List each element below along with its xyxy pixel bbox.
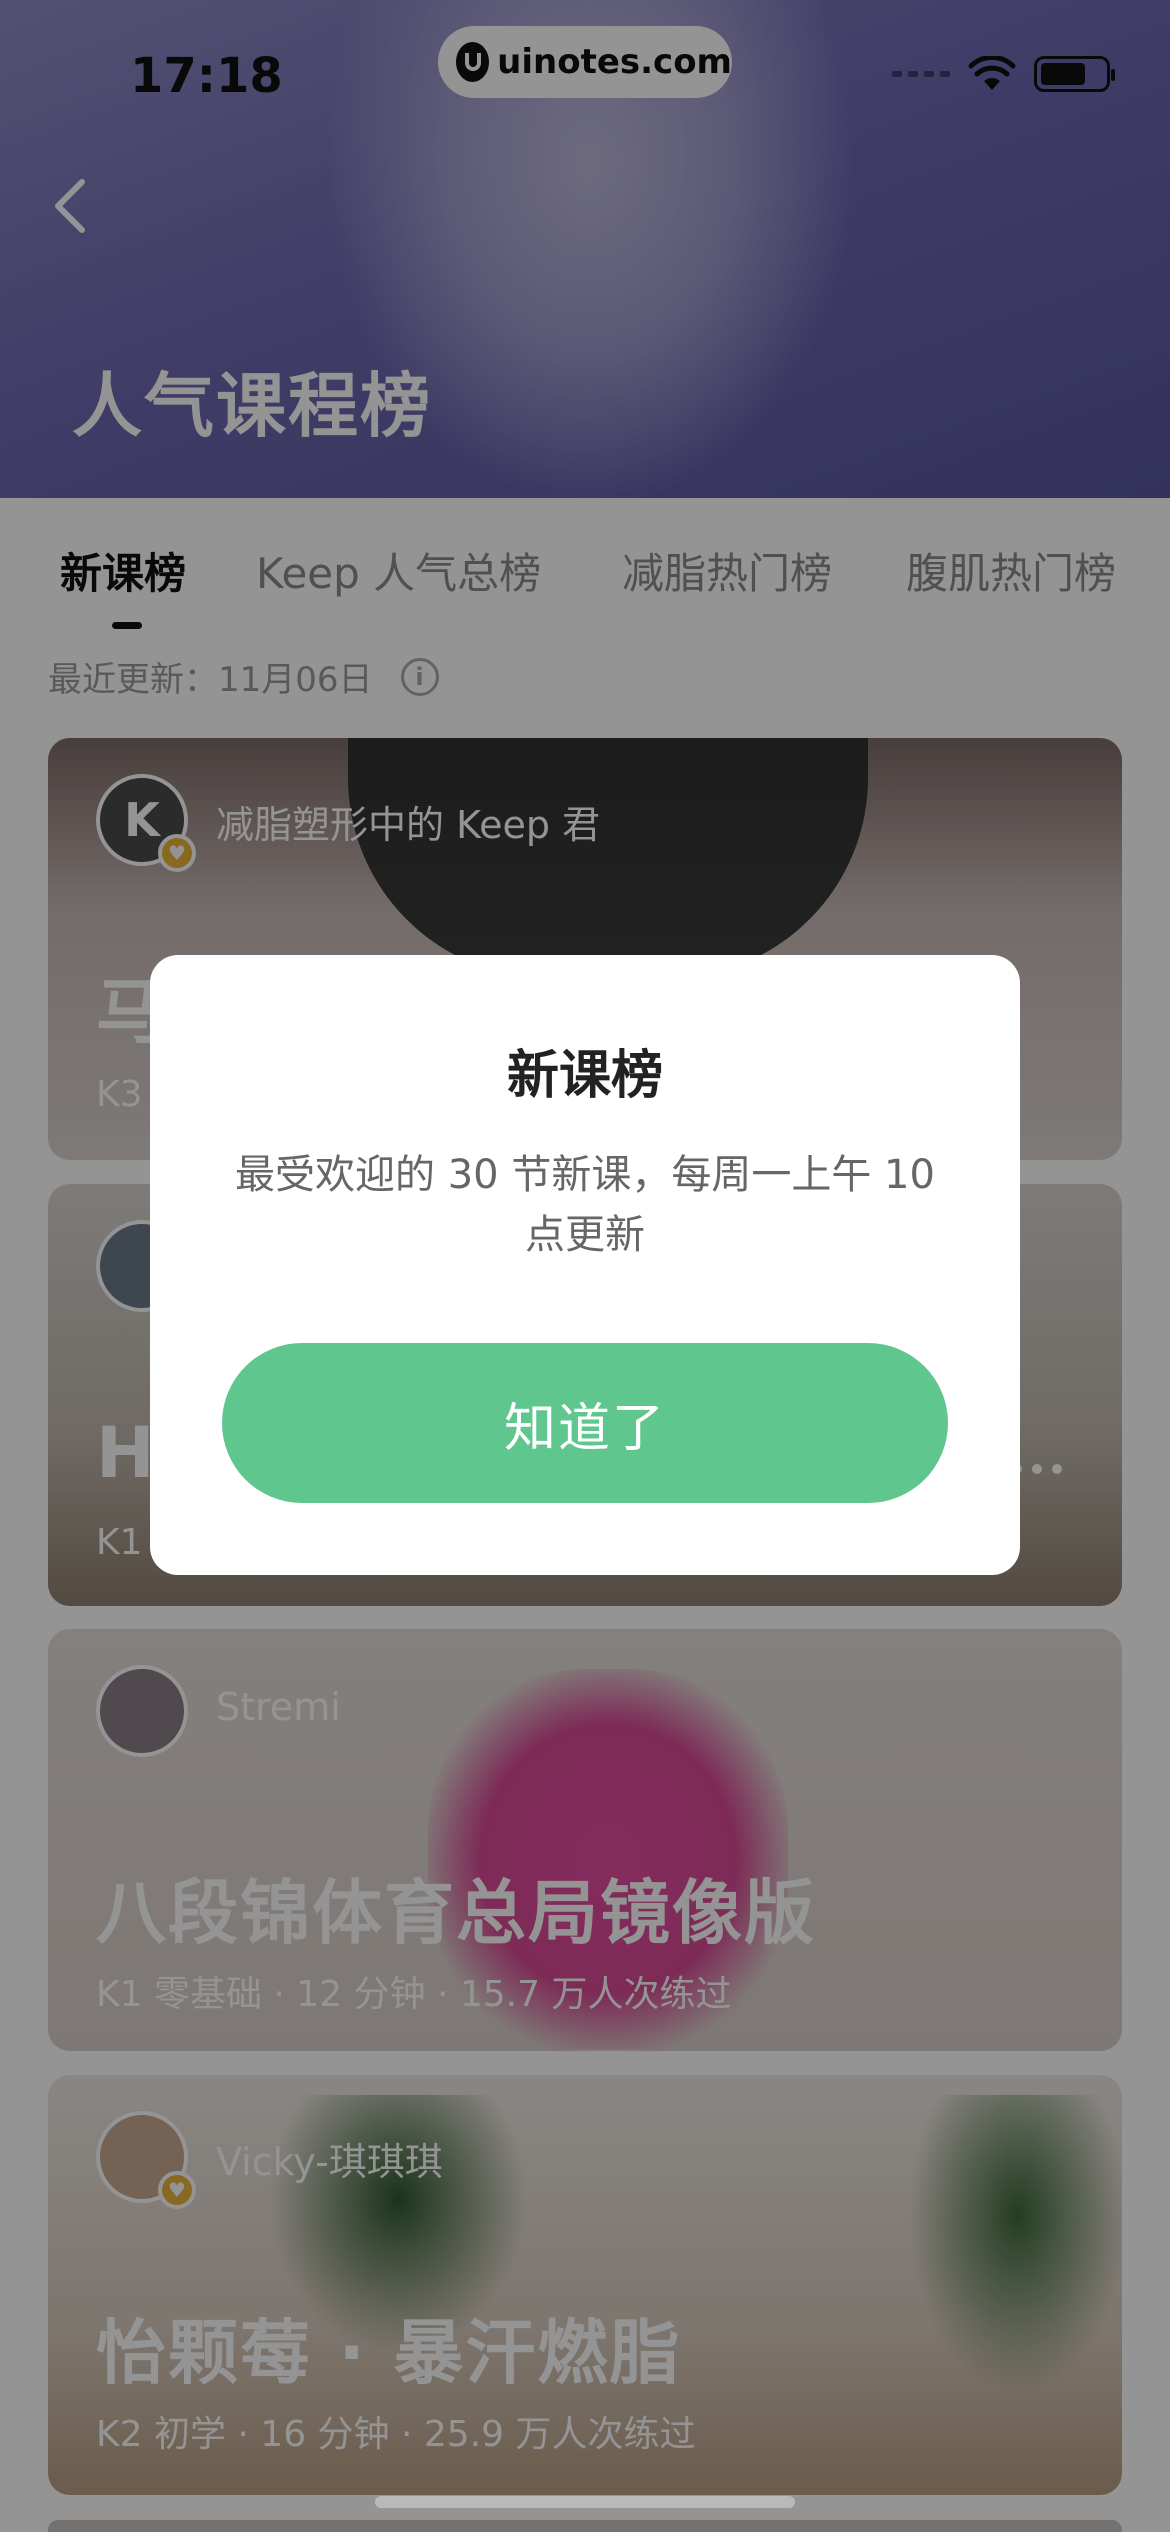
home-indicator [375, 2496, 795, 2508]
dialog-description: 最受欢迎的 30 节新课，每周一上午 10 点更新 [235, 1152, 935, 1258]
info-dialog: 新课榜 最受欢迎的 30 节新课，每周一上午 10 点更新 知道了 [150, 955, 1020, 1575]
dialog-title: 新课榜 [506, 1046, 663, 1106]
got-it-button[interactable]: 知道了 [222, 1343, 948, 1503]
